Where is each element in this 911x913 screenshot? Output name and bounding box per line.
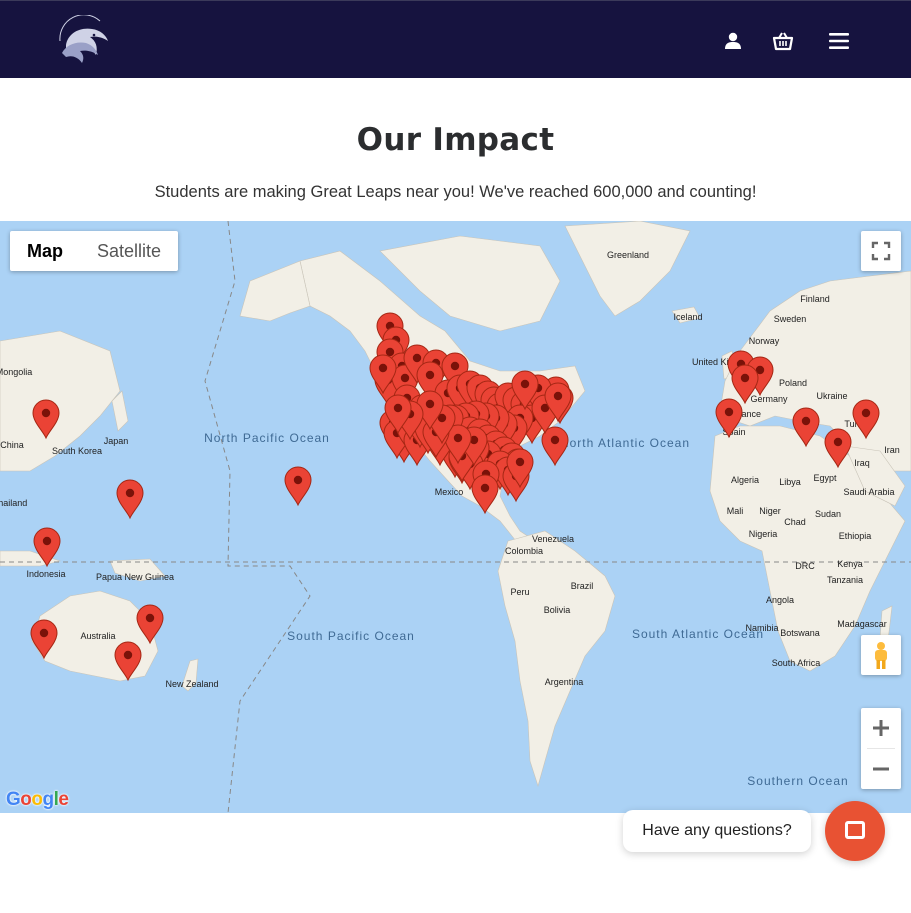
zoom-in-button[interactable] <box>861 708 901 748</box>
place-label: Algeria <box>731 475 759 485</box>
place-label: Mali <box>727 506 744 516</box>
ocean-label: South Atlantic Ocean <box>632 627 764 641</box>
place-label: Kenya <box>837 559 863 569</box>
chat-prompt-bubble[interactable]: Have any questions? <box>623 810 811 852</box>
place-label: New Zealand <box>165 679 218 689</box>
place-label: Egypt <box>813 473 837 483</box>
place-label: Ethiopia <box>839 531 872 541</box>
ocean-label: Southern Ocean <box>747 774 848 788</box>
place-label: Namibia <box>745 623 778 633</box>
user-icon[interactable] <box>721 29 745 53</box>
chat-launcher-button[interactable] <box>825 801 885 861</box>
zoom-out-icon <box>873 767 889 771</box>
place-label: Angola <box>766 595 794 605</box>
place-label: Iraq <box>854 458 870 468</box>
street-view-pegman-icon <box>875 642 887 669</box>
place-label: Sweden <box>774 314 807 324</box>
place-label: Venezuela <box>532 534 574 544</box>
place-label: Brazil <box>571 581 594 591</box>
map-marker[interactable] <box>284 466 312 507</box>
place-label: Ukraine <box>816 391 847 401</box>
place-label: Chad <box>784 517 806 527</box>
google-logo[interactable]: Google <box>6 789 69 811</box>
map-marker[interactable] <box>541 426 569 467</box>
navbar <box>0 0 911 78</box>
place-label: China <box>0 440 24 450</box>
place-label: South Africa <box>772 658 821 668</box>
street-view-pegman[interactable] <box>861 635 901 675</box>
place-label: DRC <box>795 561 815 571</box>
fullscreen-icon <box>871 241 891 261</box>
map-type-control: Map Satellite <box>10 231 179 271</box>
chat-icon <box>845 821 865 839</box>
place-label: Papua New Guinea <box>96 572 174 582</box>
place-label: Saudi Arabia <box>843 487 894 497</box>
map-type-map-button[interactable]: Map <box>10 231 80 271</box>
ocean-label: North Pacific Ocean <box>204 431 330 445</box>
place-label: Botswana <box>780 628 820 638</box>
place-label: Mexico <box>435 487 464 497</box>
place-label: Australia <box>80 631 115 641</box>
place-label: Sudan <box>815 509 841 519</box>
ocean-label: South Pacific Ocean <box>287 629 415 643</box>
place-label: Iran <box>884 445 900 455</box>
place-label: Indonesia <box>26 569 65 579</box>
place-label: Nigeria <box>749 529 778 539</box>
place-label: Argentina <box>545 677 584 687</box>
great-leaps-logo[interactable] <box>56 14 112 67</box>
place-label: Finland <box>800 294 830 304</box>
place-label: South Korea <box>52 446 102 456</box>
place-label: Mongolia <box>0 367 32 377</box>
map-marker[interactable] <box>116 479 144 520</box>
map-canvas[interactable]: North Pacific Ocean North Atlantic Ocean… <box>0 221 911 813</box>
place-label: Greenland <box>607 250 649 260</box>
place-label: Peru <box>510 587 529 597</box>
page-subtitle: Students are making Great Leaps near you… <box>154 183 757 201</box>
place-label: Norway <box>749 336 780 346</box>
world-map[interactable]: North Pacific Ocean North Atlantic Ocean… <box>0 221 911 813</box>
place-label: Japan <box>104 436 129 446</box>
place-label: Poland <box>779 378 807 388</box>
basket-icon[interactable] <box>771 29 795 53</box>
zoom-in-icon <box>873 720 889 736</box>
place-label: Colombia <box>505 546 543 556</box>
zoom-out-button[interactable] <box>861 749 901 789</box>
place-label: Iceland <box>673 312 702 322</box>
fullscreen-button[interactable] <box>861 231 901 271</box>
map-type-satellite-button[interactable]: Satellite <box>80 231 178 271</box>
place-label: Niger <box>759 506 781 516</box>
place-label: Thailand <box>0 498 27 508</box>
page-title: Our Impact <box>356 122 555 158</box>
place-label: Libya <box>779 477 801 487</box>
ocean-label: North Atlantic Ocean <box>560 436 690 450</box>
hamburger-menu-icon[interactable] <box>827 29 851 53</box>
place-label: Bolivia <box>544 605 571 615</box>
place-label: Madagascar <box>837 619 887 629</box>
place-label: Germany <box>750 394 788 404</box>
place-label: Tanzania <box>827 575 863 585</box>
zoom-control <box>861 708 901 789</box>
